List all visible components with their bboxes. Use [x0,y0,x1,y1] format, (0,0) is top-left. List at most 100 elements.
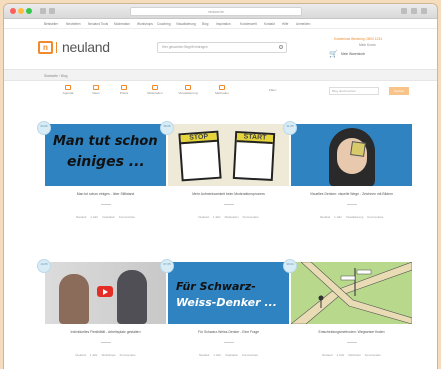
category-icon [93,85,99,90]
post-meta: Neuland 1 Jahr Workshops Kommentare [75,353,136,357]
category-filter: Agenda Ideen Praxis Materialien Visualis… [4,81,437,102]
cart-label[interactable]: Mein Warenkorb [341,52,365,56]
image-text: Weiss-Denker ... [176,296,277,309]
category-visualisierung[interactable]: Visualisierung [178,85,198,95]
category-methoden[interactable]: Methoden [212,85,232,95]
date-badge: 14.05 [37,259,51,273]
category-icon [219,85,225,90]
category-icon [65,85,71,90]
blog-card[interactable]: 21.05 Visuelles Denken: visuelle Wege - … [283,121,412,219]
top-navigation: Bestseller Neuheiten Neuland Tools Moder… [4,19,437,29]
post-image[interactable] [291,124,412,186]
post-image[interactable]: Man tut schon einiges ... [45,124,166,186]
category-ideen[interactable]: Ideen [86,85,106,95]
post-title[interactable]: Individuelles Flexibilität - Arbeitsplat… [45,330,166,339]
filter-label: Filter: [269,88,277,92]
category-agenda[interactable]: Agenda [58,85,78,95]
date-badge: 07.05 [160,259,174,273]
photo-person [117,270,147,324]
logo-text[interactable]: neuland [62,39,110,55]
divider [100,204,111,205]
nav-link[interactable]: Moderation [114,22,130,26]
share-icon[interactable] [401,8,407,14]
divider [223,204,234,205]
post-image[interactable]: STOP START [168,124,289,186]
search-icon[interactable] [279,45,283,49]
post-meta: Neuland 1 Jahr Inspiration Kommentare [75,215,136,219]
date-badge: 04.06 [37,121,51,135]
divider [223,342,234,343]
nav-link[interactable]: Visualisierung [176,22,196,26]
nav-link[interactable]: Neuheiten [66,22,81,26]
blog-card[interactable]: 28.05 STOP START Mehr Aufmerksamkeit bei… [160,121,289,219]
image-text: einiges ... [67,154,145,170]
image-text: Man tut schon [53,134,158,149]
browser-toolbar: neuland.de [4,4,437,19]
post-title[interactable]: Für Schwarz-Weiss-Denker - Eine Frage [168,330,289,339]
category-praxis[interactable]: Praxis [114,85,134,95]
image-text: Für Schwarz- [176,280,256,293]
blog-card[interactable]: 07.05 Für Schwarz- Weiss-Denker ... Für … [160,259,289,357]
tabs-icon[interactable] [411,8,417,14]
blog-search-button[interactable]: Suchen [389,87,409,95]
blog-card[interactable]: 04.06 Man tut schon einiges ... Man tut … [37,121,166,219]
post-meta: Neuland 1 Jahr Methoden Kommentare [322,353,381,357]
nav-link[interactable]: Kundenwelt [240,22,257,26]
back-icon[interactable] [40,8,46,14]
maximize-window-button[interactable] [26,8,32,14]
blog-search-input[interactable]: Blog durchsuchen [329,87,379,95]
date-badge: 30.04 [283,259,297,273]
post-meta: Neuland 1 Jahr Visualisierung Kommentare [319,215,384,219]
nav-link[interactable]: Inspiration [216,22,231,26]
category-materialien[interactable]: Materialien [145,85,165,95]
nav-link[interactable]: Hilfe [282,22,288,26]
nav-link[interactable]: Neuland Tools [88,22,108,26]
site-header: n neuland Hier gesuchten Begriff eintrag… [4,29,437,69]
breadcrumb: Startseite › Blog [4,69,437,81]
category-icon [152,85,158,90]
post-title[interactable]: Mehr Aufmerksamkeit beim Moderationsproz… [168,192,289,201]
photo-person [59,274,89,324]
divider [346,342,357,343]
post-title[interactable]: Visuelles Denken: visuelle Wege - Zeichn… [291,192,412,201]
blog-card[interactable]: 14.05 Individuelles Flexibilität - Arbei… [37,259,166,357]
category-icon [185,85,191,90]
post-image[interactable] [291,262,412,324]
close-window-button[interactable] [10,8,16,14]
nav-link[interactable]: Workshops [137,22,153,26]
search-placeholder: Hier gesuchten Begriff eintragen [162,45,208,49]
post-image[interactable]: Für Schwarz- Weiss-Denker ... [168,262,289,324]
nav-link[interactable]: Coaching [157,22,170,26]
blog-card[interactable]: 30.04 Entscheidungsmethoden: Wegweiser f… [283,259,412,357]
nav-link[interactable]: Anmelden [296,22,310,26]
add-tab-icon[interactable] [421,8,427,14]
crossroads-illustration [291,262,412,324]
logo-divider [56,42,57,53]
cart-icon[interactable]: 🛒 [329,50,338,58]
post-meta: Neuland 1 Jahr Inspiration Kommentare [198,353,259,357]
nav-link[interactable]: Kontakt [264,22,275,26]
sign-graphic: STOP [178,130,222,182]
post-title[interactable]: Man tut schon einiges - über Stillstand [45,192,166,201]
play-icon [103,289,108,295]
post-meta: Neuland 1 Jahr Moderation Kommentare [198,215,259,219]
account-link[interactable]: Mein Konto [359,43,376,47]
address-bar[interactable]: neuland.de [130,7,302,16]
play-video-button[interactable] [97,286,113,297]
hotline-link[interactable]: Kostenlose Beratung: 0800 1234 [334,37,382,41]
forward-icon[interactable] [49,8,55,14]
browser-window: neuland.de Bestseller Neuheiten Neuland … [4,4,437,369]
logo-mark[interactable]: n [38,41,53,54]
category-icon [121,85,127,90]
post-title[interactable]: Entscheidungsmethoden: Wegweiser finden [291,330,412,339]
minimize-window-button[interactable] [18,8,24,14]
nav-link[interactable]: Blog [202,22,208,26]
date-badge: 21.05 [283,121,297,135]
nav-link[interactable]: Bestseller [44,22,58,26]
post-image[interactable] [45,262,166,324]
photo-card-prop [350,141,366,157]
divider [100,342,111,343]
sign-graphic: START [232,130,276,182]
date-badge: 28.05 [160,121,174,135]
search-input[interactable]: Hier gesuchten Begriff eintragen [157,42,287,53]
